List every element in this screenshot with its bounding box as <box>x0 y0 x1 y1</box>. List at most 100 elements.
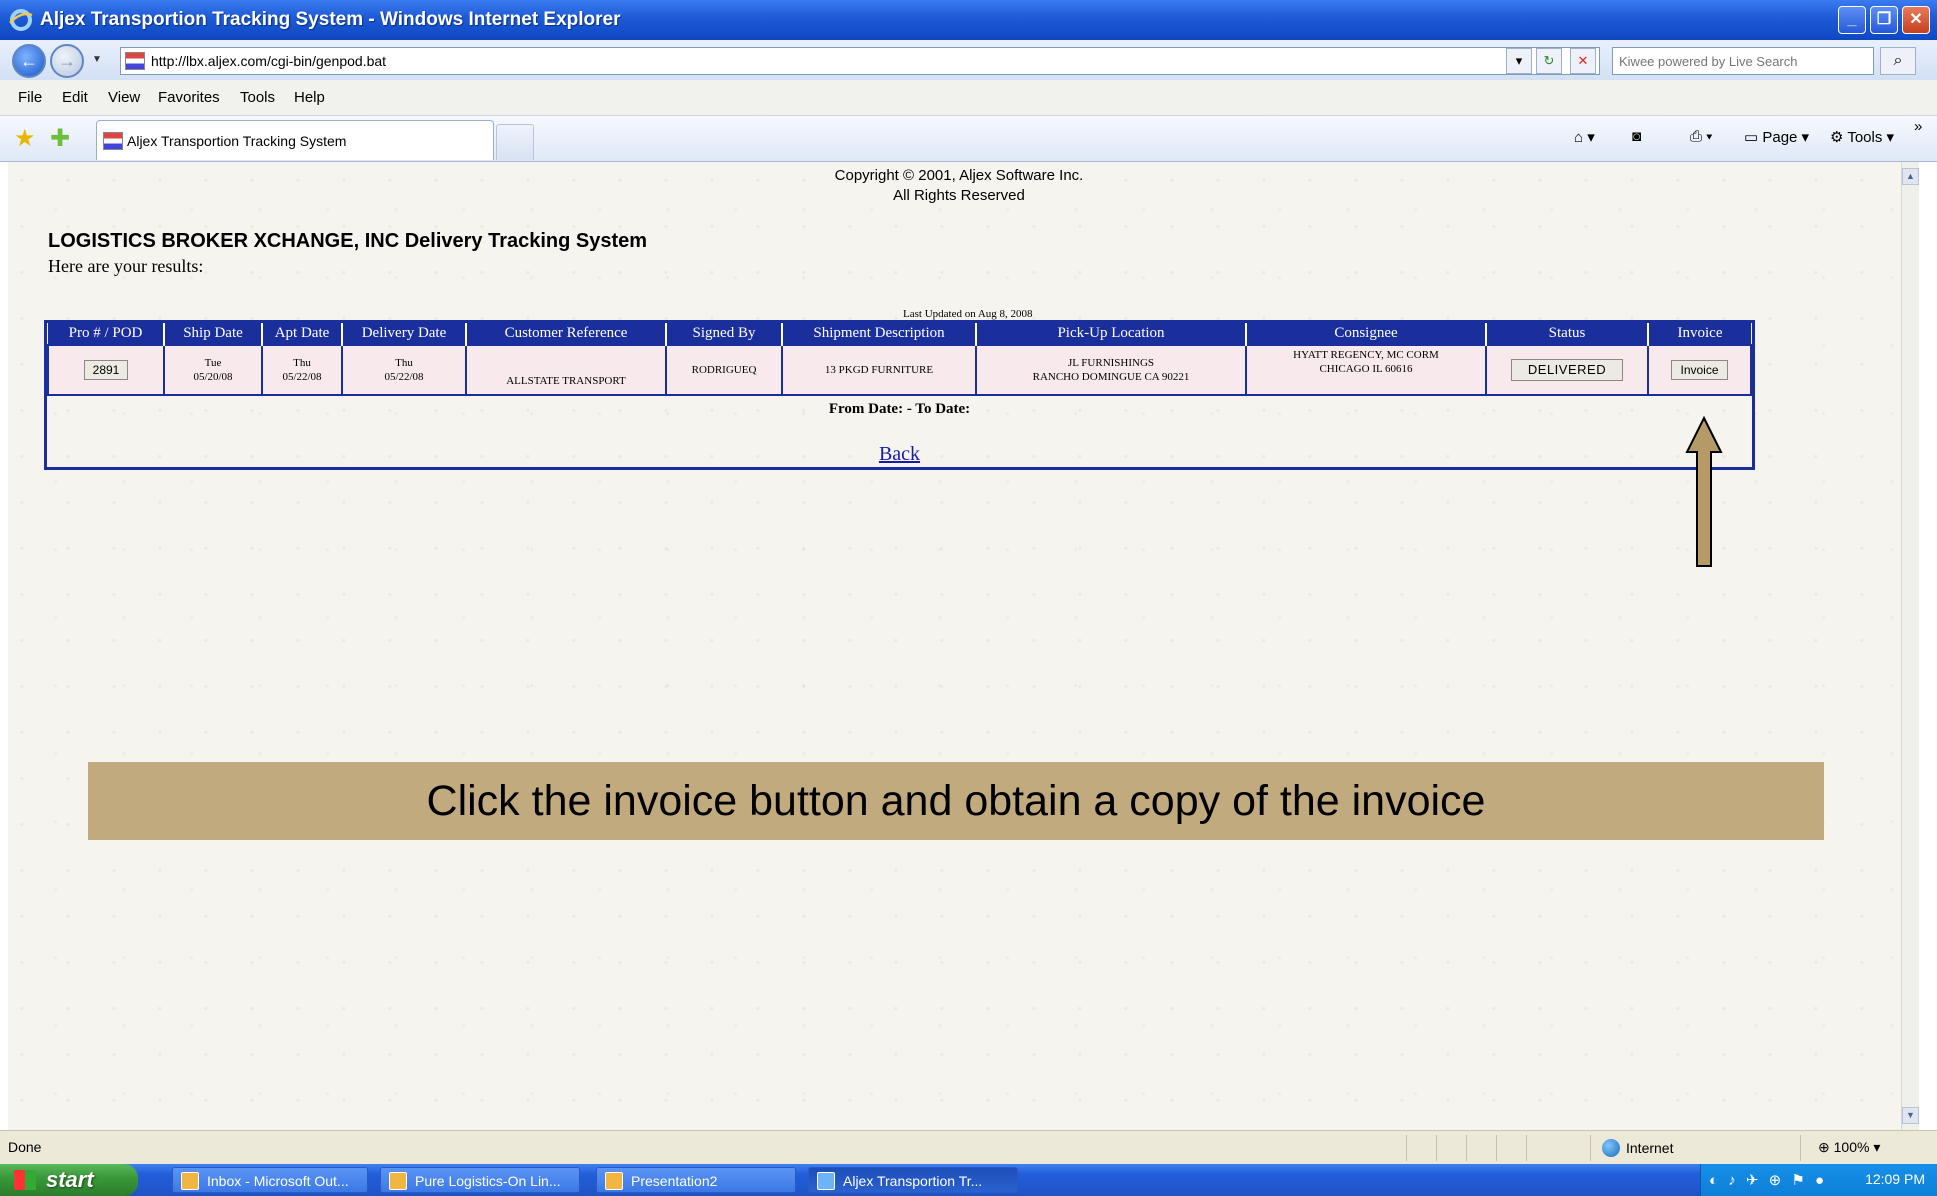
col-apt-date: Apt Date <box>262 323 343 345</box>
date-range-label: From Date: - To Date: <box>828 401 971 417</box>
feeds-icon[interactable]: ◙ <box>1632 128 1641 145</box>
taskbar-item-powerpoint[interactable]: Pure Logistics-On Lin... <box>380 1167 580 1193</box>
powerpoint-icon <box>389 1172 407 1190</box>
search-input[interactable] <box>1613 48 1873 74</box>
cell-ship-date: Tue 05/20/08 <box>163 344 263 396</box>
tab-row: ★ ✚ Aljex Transportion Tracking System ⌂… <box>0 116 1937 162</box>
favorites-star-icon[interactable]: ★ <box>14 124 36 153</box>
pickup-name: JL FURNISHINGS <box>1067 357 1155 369</box>
menu-tools[interactable]: Tools <box>240 89 275 106</box>
zoom-level: 100% <box>1833 1139 1870 1155</box>
scroll-up-icon[interactable]: ▲ <box>1902 168 1919 185</box>
status-divider <box>1466 1135 1467 1161</box>
taskbar-item-label: Presentation2 <box>631 1173 718 1189</box>
status-button[interactable]: DELIVERED <box>1510 359 1624 381</box>
results-table: Pro # / POD Ship Date Apt Date Delivery … <box>47 323 1752 396</box>
taskbar-item-label: Inbox - Microsoft Out... <box>207 1173 349 1189</box>
menu-file[interactable]: File <box>18 89 42 106</box>
site-favicon-icon <box>125 52 145 70</box>
menu-help[interactable]: Help <box>294 89 325 106</box>
menu-edit[interactable]: Edit <box>62 89 88 106</box>
col-delivery-date: Delivery Date <box>342 323 467 345</box>
home-icon[interactable]: ⌂ ▾ <box>1574 128 1595 146</box>
security-zone[interactable]: Internet <box>1602 1139 1673 1157</box>
taskbar-item-outlook[interactable]: Inbox - Microsoft Out... <box>172 1167 368 1193</box>
pickup-address: RANCHO DOMINGUE CA 90221 <box>1032 371 1190 383</box>
cell-status: DELIVERED <box>1485 344 1649 396</box>
col-ship-date: Ship Date <box>164 323 263 345</box>
col-shipment-description: Shipment Description <box>782 323 977 345</box>
taskbar-item-ie[interactable]: Aljex Transportion Tr... <box>808 1167 1018 1193</box>
close-button[interactable]: ✕ <box>1902 6 1930 34</box>
stop-button[interactable]: ✕ <box>1570 48 1596 74</box>
cell-consignee: HYATT REGENCY, MC CORM CHICAGO IL 60616 <box>1245 344 1487 396</box>
cell-pro: 2891 <box>47 344 165 396</box>
col-customer-reference: Customer Reference <box>466 323 667 345</box>
status-divider <box>1590 1135 1591 1161</box>
back-link-text[interactable]: Back <box>879 443 920 465</box>
apt-day: Thu <box>293 357 311 369</box>
print-icon[interactable]: ⎙ ▾ <box>1690 128 1712 145</box>
cell-pickup-location: JL FURNISHINGS RANCHO DOMINGUE CA 90221 <box>975 344 1247 396</box>
history-dropdown-icon[interactable]: ▼ <box>92 54 102 65</box>
status-bar: Done Internet ⊕ 100% ▾ <box>0 1130 1937 1164</box>
maximize-button[interactable]: ❐ <box>1870 6 1898 34</box>
menu-view[interactable]: View <box>108 89 140 106</box>
taskbar-item-label: Aljex Transportion Tr... <box>843 1173 983 1189</box>
minimize-button[interactable]: _ <box>1838 6 1866 34</box>
col-status: Status <box>1486 323 1649 345</box>
window-title: Aljex Transportion Tracking System - Win… <box>40 9 621 30</box>
cell-apt-date: Thu 05/22/08 <box>261 344 343 396</box>
up-arrow-icon <box>1685 416 1723 567</box>
page-content: Copyright © 2001, Aljex Software Inc. Al… <box>8 162 1919 1130</box>
status-text: Done <box>8 1139 42 1155</box>
consignee-name: HYATT REGENCY, MC CORM <box>1293 349 1439 361</box>
menu-favorites[interactable]: Favorites <box>158 89 220 106</box>
cell-signed-by: RODRIGUEQ <box>665 344 783 396</box>
start-button[interactable]: start <box>0 1164 138 1196</box>
col-consignee: Consignee <box>1246 323 1487 345</box>
instruction-text: Click the invoice button and obtain a co… <box>426 777 1486 825</box>
address-toolbar: ← → ▼ http://lbx.aljex.com/cgi-bin/genpo… <box>0 40 1937 80</box>
table-header-row: Pro # / POD Ship Date Apt Date Delivery … <box>48 323 1751 345</box>
start-label: start <box>46 1167 94 1192</box>
zone-label: Internet <box>1626 1140 1674 1156</box>
internet-explorer-icon <box>9 9 33 31</box>
vertical-scrollbar[interactable]: ▲ ▼ <box>1901 162 1919 1130</box>
menu-bar: File Edit View Favorites Tools Help <box>0 80 1937 116</box>
forward-button[interactable]: → <box>50 44 84 78</box>
invoice-button[interactable]: Invoice <box>1671 360 1728 380</box>
zoom-control[interactable]: ⊕ 100% ▾ <box>1818 1139 1880 1156</box>
add-favorite-icon[interactable]: ✚ <box>50 124 70 153</box>
apt-date: 05/22/08 <box>282 371 322 383</box>
powerpoint-icon <box>605 1172 623 1190</box>
ship-date: 05/20/08 <box>193 371 233 383</box>
pro-pod-button[interactable]: 2891 <box>83 360 129 380</box>
page-menu-button[interactable]: ▭ Page ▾ <box>1744 128 1809 146</box>
refresh-button[interactable]: ↻ <box>1536 48 1562 74</box>
new-tab-button[interactable] <box>496 124 534 160</box>
results-label: Here are your results: <box>48 256 204 276</box>
search-icon[interactable]: ⌕ <box>1880 47 1916 75</box>
col-pro: Pro # / POD <box>48 323 165 345</box>
address-url[interactable]: http://lbx.aljex.com/cgi-bin/genpod.bat <box>151 53 386 69</box>
back-button[interactable]: ← <box>12 44 46 78</box>
copyright-notice: Copyright © 2001, Aljex Software Inc. Al… <box>8 166 1910 206</box>
table-row: 2891 Tue 05/20/08 Thu 05/22/08 Thu 05/22/08… <box>47 344 1752 396</box>
taskbar-item-presentation[interactable]: Presentation2 <box>596 1167 796 1193</box>
tab-label: Aljex Transportion Tracking System <box>127 133 347 149</box>
search-box[interactable] <box>1612 47 1874 75</box>
window-title-bar: Aljex Transportion Tracking System - Win… <box>0 0 1937 40</box>
tray-icons[interactable]: ◐ ♪ ✈ ⊕ ⚑ ● <box>1709 1171 1827 1189</box>
scroll-down-icon[interactable]: ▼ <box>1902 1107 1919 1124</box>
tools-menu-button[interactable]: ⚙ Tools ▾ <box>1830 128 1894 146</box>
last-updated: Last Updated on Aug 8, 2008 <box>903 308 1033 320</box>
status-divider <box>1406 1135 1407 1161</box>
address-bar[interactable]: http://lbx.aljex.com/cgi-bin/genpod.bat <box>120 47 1600 75</box>
address-dropdown-button[interactable]: ▾ <box>1506 48 1532 74</box>
chevron-more-icon[interactable]: » <box>1914 118 1922 135</box>
cell-shipment-description: 13 PKGD FURNITURE <box>781 344 977 396</box>
internet-explorer-icon <box>817 1172 835 1190</box>
tab-aljex[interactable]: Aljex Transportion Tracking System <box>96 120 494 160</box>
back-arrow-icon: ← <box>20 51 38 71</box>
